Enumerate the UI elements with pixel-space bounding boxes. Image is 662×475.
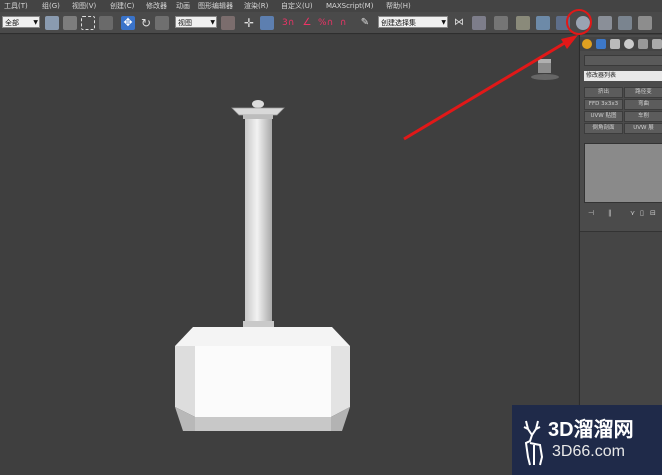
selection-filter-dropdown[interactable]: 全部 ▼ [2,16,40,28]
configure-modifier-sets-icon[interactable]: ⊟ [650,207,656,219]
modifier-path-deform-button[interactable]: 路径变 [624,87,662,98]
pivot-center-icon[interactable] [221,16,235,30]
modifier-unwrap-uvw-button[interactable]: UVW 展 [624,123,662,134]
hammer-model[interactable] [175,100,350,431]
select-object-icon[interactable] [45,16,59,30]
edit-named-selection-icon[interactable]: ✎ [358,16,372,30]
display-tab-icon[interactable] [638,39,648,49]
select-move-icon[interactable]: ✥ [121,16,135,30]
chevron-down-icon: ▼ [210,19,215,26]
pin-stack-icon[interactable]: ⊣ [588,207,594,219]
menu-tools[interactable]: 工具(T) [4,0,28,12]
hierarchy-tab-icon[interactable] [610,39,620,49]
deer-logo-icon [523,420,544,466]
named-selection-value: 创建选择集 [381,19,416,27]
watermark-url: 3D66.com [552,443,625,460]
menu-group[interactable]: 组(G) [42,0,60,12]
select-manipulate-icon[interactable]: ✛ [242,16,256,30]
percent-snap-icon[interactable]: %∩ [318,16,333,30]
utilities-tab-icon[interactable] [652,39,662,49]
selection-filter-value: 全部 [5,19,19,27]
select-by-name-icon[interactable] [63,16,77,30]
modifier-extrude-button[interactable]: 挤出 [584,87,623,98]
angle-snap-icon[interactable]: ∠ [300,16,314,30]
remove-modifier-icon[interactable]: ▯ [640,207,644,219]
snap-toggle-icon[interactable]: 3∩ [282,16,296,30]
menu-help[interactable]: 帮助(H) [386,0,411,12]
curve-editor-icon[interactable] [536,16,550,30]
window-crossing-icon[interactable] [99,16,113,30]
menu-bar: 工具(T) 组(G) 视图(V) 创建(C) 修改器 动画 图形编辑器 渲染(R… [0,0,662,12]
motion-tab-icon[interactable] [624,39,634,49]
reference-coord-dropdown[interactable]: 视图 ▼ [175,16,217,28]
named-selection-dropdown[interactable]: 创建选择集 ▼ [378,16,448,28]
render-setup-icon[interactable] [598,16,612,30]
menu-maxscript[interactable]: MAXScript(M) [326,0,373,12]
mirror-icon[interactable]: ⋈ [452,16,466,30]
modifier-bend-button[interactable]: 弯曲 [624,99,662,110]
menu-create[interactable]: 创建(C) [110,0,134,12]
menu-customize[interactable]: 自定义(U) [281,0,313,12]
coord-system-value: 视图 [178,19,192,27]
modifier-ffd-button[interactable]: FFD 3x3x3 [584,99,623,110]
render-production-icon[interactable] [638,16,652,30]
modify-tab-icon[interactable] [596,39,606,49]
rendered-frame-window-icon[interactable] [618,16,632,30]
snap-3-label: 3 [282,18,288,28]
show-end-result-icon[interactable]: ∥ [608,207,612,219]
menu-view[interactable]: 视图(V) [72,0,96,12]
menu-modifiers[interactable]: 修改器 [146,0,167,12]
menu-graph-editors[interactable]: 图形编辑器 [198,0,233,12]
rectangular-selection-icon[interactable] [81,16,95,30]
make-unique-icon[interactable]: ⋎ [630,207,635,219]
select-rotate-icon[interactable]: ↻ [139,16,153,30]
3dsmax-window: 工具(T) 组(G) 视图(V) 创建(C) 修改器 动画 图形编辑器 渲染(R… [0,0,662,475]
scene-explorer-icon[interactable] [516,16,530,30]
modifier-lathe-button[interactable]: 车削 [624,111,662,122]
chevron-down-icon: ▼ [33,19,38,26]
modifier-bevel-profile-button[interactable]: 倒角剖面 [584,123,623,134]
annotation-circle [566,9,592,35]
annotation-arrow [403,35,578,141]
menu-rendering[interactable]: 渲染(R) [244,0,268,12]
keyboard-shortcut-icon[interactable] [260,16,274,30]
percent-label: % [318,18,327,28]
viewport-scene [175,35,578,431]
perspective-viewport[interactable] [0,9,592,475]
chevron-down-icon: ▼ [441,19,446,26]
modifier-uvw-map-button[interactable]: UVW 贴图 [584,111,623,122]
align-icon[interactable] [472,16,486,30]
layer-manager-icon[interactable] [494,16,508,30]
stack-controls: ⊣ ∥ ⋎ ▯ ⊟ [584,207,662,219]
command-panel-tabs [580,37,662,51]
modifier-stack-list[interactable] [584,143,662,203]
create-tab-icon[interactable] [582,39,592,49]
menu-animation[interactable]: 动画 [176,0,190,12]
modifier-list-dropdown[interactable]: 修改器列表 [584,71,662,81]
spinner-snap-icon[interactable]: ∩ [336,16,350,30]
select-scale-icon[interactable] [155,16,169,30]
watermark: 3D溜溜网 3D66.com [512,405,662,475]
main-toolbar: 全部 ▼ ✥ ↻ 视图 ▼ ✛ 3∩ ∠ %∩ ∩ ✎ 创建选择集 ▼ ⋈ [0,12,662,34]
watermark-brand: 3D溜溜网 [548,419,634,441]
object-name-field[interactable] [584,55,662,66]
